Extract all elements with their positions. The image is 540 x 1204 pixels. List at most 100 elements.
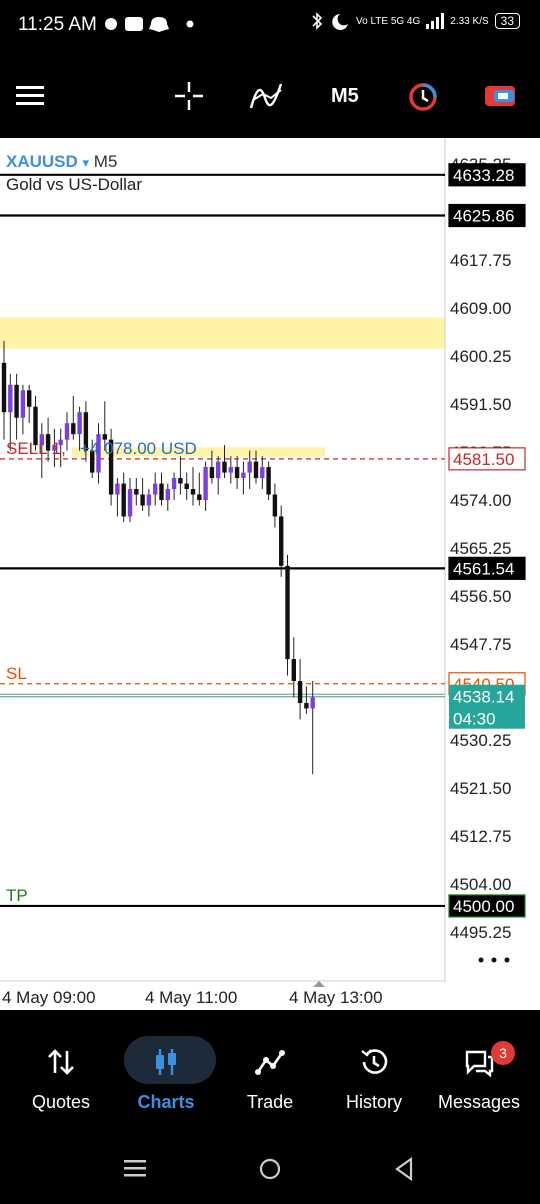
time-label: 4 May 11:00 [145, 988, 237, 1007]
price-tick: 4574.00 [450, 491, 511, 510]
candle-body [285, 565, 290, 660]
current-price-label: 4538.14 [453, 688, 514, 707]
candle-body [146, 494, 152, 506]
timeframe-button[interactable]: M5 [331, 85, 359, 108]
candle-body [272, 494, 278, 517]
candle-body [153, 483, 158, 495]
candle-body [304, 702, 309, 709]
candle-body [127, 489, 133, 517]
notification-icons [103, 14, 198, 38]
symbol-timeframe: M5 [93, 152, 118, 171]
charts-icon [156, 1049, 176, 1075]
candle-body [159, 483, 164, 500]
candle-body [279, 516, 284, 566]
price-tag-sell: 4581.50 [453, 450, 514, 469]
price-tick: 4504.00 [450, 875, 511, 894]
price-tick: 4512.75 [450, 827, 511, 846]
nav-quotes[interactable]: Quotes [7, 1010, 115, 1130]
one-click-trading-button[interactable] [484, 83, 516, 114]
candle-body [178, 478, 183, 484]
more-horizontal-icon [491, 957, 497, 963]
symbol-name[interactable]: XAUUSD [6, 152, 78, 171]
history-chart-button[interactable] [407, 81, 439, 118]
indicators-icon [249, 83, 283, 109]
dot-icon [105, 18, 117, 30]
candle-body [121, 483, 126, 517]
price-tag-4625: 4625.86 [453, 207, 514, 226]
candle-body [291, 659, 296, 682]
nav-history[interactable]: History [320, 1010, 428, 1130]
indicators-button[interactable] [249, 80, 283, 117]
sell-order-label: SELL 1, [6, 439, 66, 458]
messages-icon [465, 1050, 494, 1077]
network-text: Vo LTE 5G 4G [355, 15, 421, 27]
quotes-icon [48, 1049, 74, 1075]
candle-body [8, 384, 13, 413]
system-nav-bar [0, 1130, 540, 1199]
candle-body [297, 681, 303, 703]
nav-messages[interactable]: 3 Messages [425, 1010, 533, 1130]
price-tick: 4617.75 [450, 251, 511, 270]
sl-label: SL [6, 664, 27, 683]
chart-area[interactable]: 4635.254626.504617.754609.004600.254591.… [0, 138, 540, 1010]
supply-zone [0, 317, 445, 349]
price-tag-4633: 4633.28 [453, 166, 514, 185]
nav-history-label: History [345, 1092, 402, 1112]
candle-body [203, 467, 208, 500]
candle-body [71, 423, 76, 435]
nav-messages-label: Messages [437, 1092, 521, 1112]
price-tick: 4609.00 [450, 299, 511, 318]
signal-icon [426, 13, 445, 29]
nav-trade[interactable]: Trade [216, 1010, 324, 1130]
candle-body [1, 362, 7, 413]
candle-body [197, 494, 202, 500]
symbol-dropdown-icon[interactable]: ▾ [83, 155, 90, 170]
candle-body [209, 467, 215, 479]
dot-icon [186, 20, 194, 28]
candle-body [216, 461, 221, 479]
scroll-marker-icon [313, 981, 325, 987]
price-tick: 4565.25 [450, 539, 511, 558]
recents-icon[interactable] [124, 1160, 146, 1177]
candle-body [253, 461, 259, 479]
crosshair-button[interactable] [173, 80, 205, 117]
status-right: Vo LTE 5G 4G 2.33 K/S 33 [310, 12, 520, 30]
nav-trade-label: Trade [246, 1092, 294, 1112]
temu-icon [125, 17, 143, 31]
candle-body [27, 390, 32, 407]
candle-body [20, 390, 26, 418]
candle-body [14, 384, 19, 418]
chart-toolbar: M5 [0, 55, 540, 138]
candle-body [165, 489, 170, 500]
home-icon[interactable] [259, 1158, 281, 1180]
candle-body [260, 467, 265, 479]
candle-body [134, 489, 139, 495]
snapchat-icon [149, 17, 169, 32]
menu-button[interactable] [16, 85, 46, 112]
time-label: 4 May 09:00 [2, 988, 96, 1007]
clock-arrow-icon [409, 83, 437, 111]
nav-charts[interactable]: Charts [112, 1010, 220, 1130]
bluetooth-moon-icon [312, 12, 348, 30]
symbol-header[interactable]: XAUUSD ▾ M5 [6, 152, 117, 172]
history-icon [361, 1049, 388, 1074]
speed-text: 2.33 K/S [450, 15, 489, 27]
candle-body [222, 461, 227, 473]
chart-canvas[interactable]: 4635.254626.504617.754609.004600.254591.… [0, 138, 540, 1010]
tp-label: TP [6, 886, 28, 905]
candle-body [234, 467, 240, 479]
price-tag-tp: 4500.00 [453, 897, 514, 916]
candle-body [115, 483, 120, 495]
price-tag-4561: 4561.54 [453, 559, 514, 578]
trade-icon [255, 1050, 285, 1075]
bottom-nav: Quotes Charts Trade History 3 Messages [0, 1010, 540, 1130]
candle-body [140, 494, 145, 506]
time-label: 4 May 13:00 [289, 988, 383, 1007]
candle-body [184, 483, 189, 490]
price-tick: 4591.50 [450, 395, 511, 414]
price-tick: 4530.25 [450, 731, 511, 750]
back-icon[interactable] [395, 1156, 413, 1182]
crosshair-icon [175, 82, 203, 110]
status-time: 11:25 AM [18, 14, 97, 35]
battery-indicator: 33 [494, 13, 520, 29]
